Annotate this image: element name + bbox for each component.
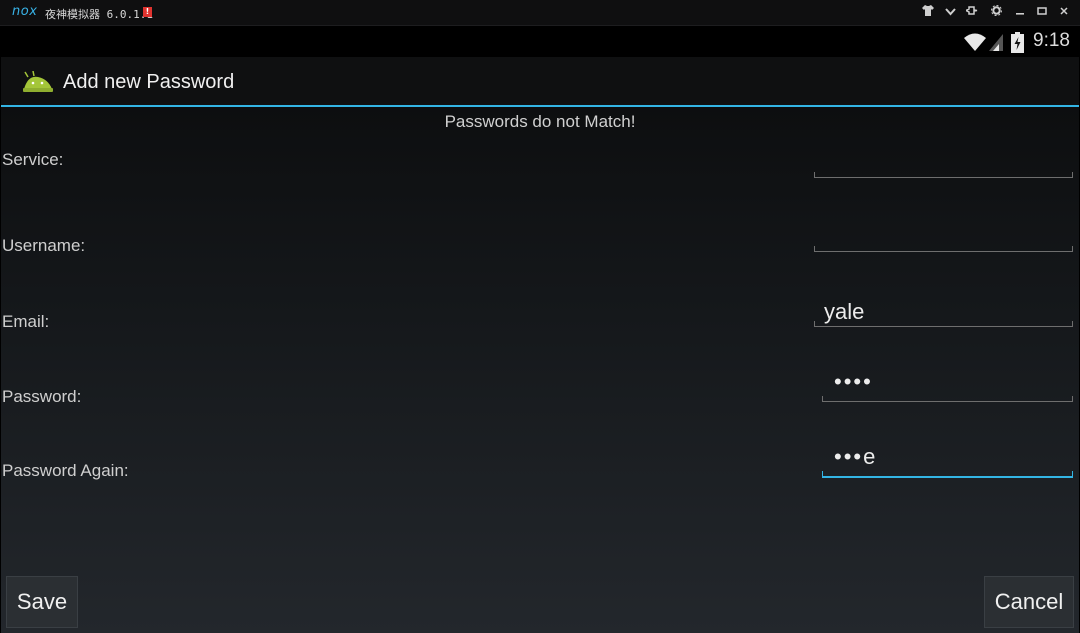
- nox-logo: nox: [12, 4, 38, 19]
- shirt-icon[interactable]: [919, 4, 937, 20]
- email-value: yale: [824, 299, 865, 324]
- password-label: Password:: [2, 387, 82, 406]
- notification-badge[interactable]: !: [143, 7, 152, 17]
- service-input[interactable]: [814, 147, 1073, 178]
- save-button[interactable]: Save: [6, 576, 78, 628]
- email-label: Email:: [2, 312, 50, 331]
- pin-icon[interactable]: [963, 4, 981, 20]
- username-label: Username:: [2, 236, 86, 255]
- close-icon[interactable]: [1055, 4, 1073, 20]
- gear-icon[interactable]: [987, 4, 1005, 20]
- battery-charging-icon: [1011, 32, 1024, 57]
- password-value: ••••: [834, 369, 873, 394]
- email-input[interactable]: yale: [814, 296, 1073, 327]
- android-app-icon[interactable]: [22, 70, 54, 97]
- wifi-signal-icon: [963, 31, 1005, 57]
- service-label: Service:: [2, 150, 64, 169]
- action-bar: Add new Password: [1, 57, 1079, 107]
- maximize-icon[interactable]: [1033, 4, 1051, 20]
- chevron-down-icon[interactable]: [941, 4, 959, 20]
- emulator-title-bar: nox 夜神模拟器 6.0.1.1 !: [0, 0, 1080, 26]
- password-again-label: Password Again:: [2, 461, 129, 480]
- status-time: 9:18: [1033, 30, 1070, 51]
- password-again-value: •••e: [834, 444, 878, 469]
- android-status-bar: 9:18: [0, 26, 1080, 57]
- add-password-screen: Add new Password Passwords do not Match!…: [1, 57, 1079, 633]
- cancel-button[interactable]: Cancel: [984, 576, 1074, 628]
- emulator-title: 夜神模拟器 6.0.1.1: [45, 8, 153, 21]
- password-input[interactable]: ••••: [822, 369, 1073, 402]
- minimize-icon[interactable]: [1011, 4, 1029, 20]
- password-again-input[interactable]: •••e: [822, 444, 1073, 478]
- username-input[interactable]: [814, 221, 1073, 252]
- screen-title: Add new Password: [63, 71, 235, 93]
- error-message: Passwords do not Match!: [444, 112, 636, 131]
